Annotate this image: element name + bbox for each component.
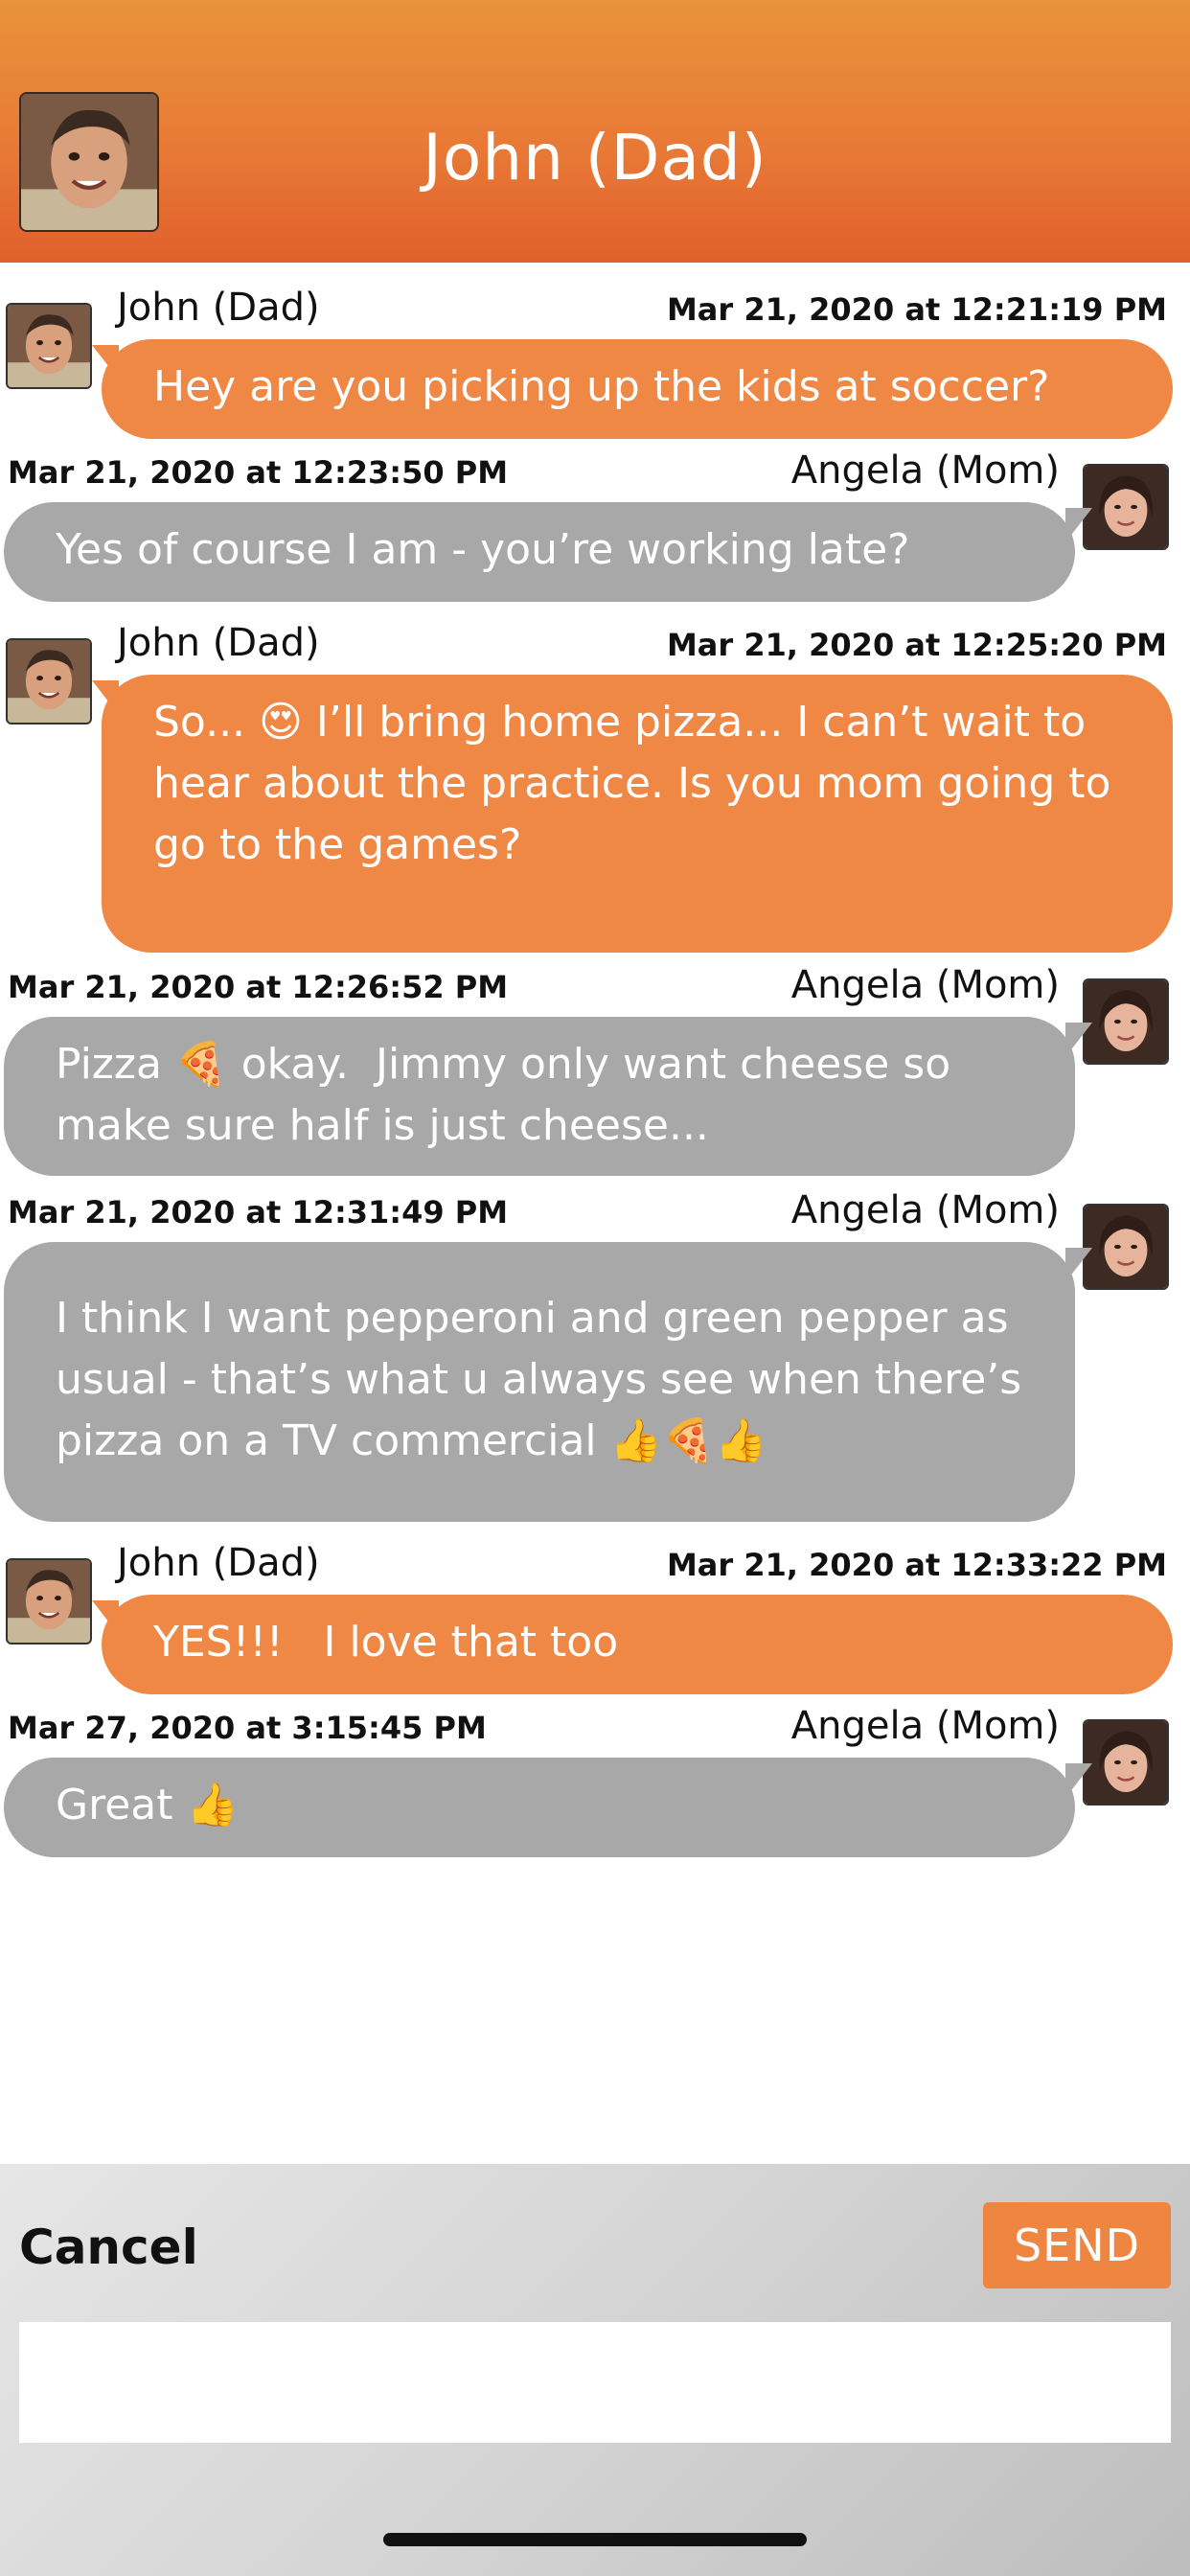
chat-header: John (Dad): [0, 0, 1190, 263]
sender-avatar: [6, 638, 92, 724]
sender-name: John (Dad): [117, 621, 320, 665]
message-timestamp: Mar 21, 2020 at 12:25:20 PM: [666, 627, 1167, 663]
sender-name: Angela (Mom): [790, 448, 1060, 493]
message-bubble[interactable]: YES!!! I love that too: [102, 1595, 1173, 1694]
sender-avatar: [6, 303, 92, 389]
sender-name: John (Dad): [117, 286, 320, 330]
sender-avatar: [1083, 978, 1169, 1065]
message-timestamp: Mar 27, 2020 at 3:15:45 PM: [8, 1710, 487, 1746]
compose-panel: Cancel SEND: [0, 2164, 1190, 2576]
message-timestamp: Mar 21, 2020 at 12:26:52 PM: [8, 969, 509, 1005]
sender-name: John (Dad): [117, 1541, 320, 1585]
sender-name: Angela (Mom): [790, 1188, 1060, 1232]
message-timestamp: Mar 21, 2020 at 12:33:22 PM: [666, 1547, 1167, 1583]
sender-avatar: [6, 1558, 92, 1644]
message-bubble[interactable]: So... 😍 I’ll bring home pizza... I can’t…: [102, 675, 1173, 953]
message-list[interactable]: John (Dad) Mar 21, 2020 at 12:21:19 PM H…: [0, 263, 1190, 2164]
message-bubble[interactable]: I think I want pepperoni and green peppe…: [4, 1242, 1075, 1522]
sender-name: Angela (Mom): [790, 963, 1060, 1007]
message-timestamp: Mar 21, 2020 at 12:21:19 PM: [666, 291, 1167, 328]
message-bubble[interactable]: Yes of course I am - you’re working late…: [4, 502, 1075, 602]
home-indicator[interactable]: [383, 2533, 807, 2546]
message-bubble[interactable]: Pizza 🍕 okay. Jimmy only want cheese so …: [4, 1017, 1075, 1176]
message-bubble[interactable]: Great 👍: [4, 1758, 1075, 1857]
message-timestamp: Mar 21, 2020 at 12:31:49 PM: [8, 1194, 509, 1230]
cancel-button[interactable]: Cancel: [19, 2220, 198, 2275]
message-bubble[interactable]: Hey are you picking up the kids at socce…: [102, 339, 1173, 439]
message-input[interactable]: [19, 2322, 1171, 2443]
sender-avatar: [1083, 1204, 1169, 1290]
send-button[interactable]: SEND: [983, 2202, 1171, 2288]
sender-avatar: [1083, 464, 1169, 550]
sender-name: Angela (Mom): [790, 1704, 1060, 1748]
sender-avatar: [1083, 1719, 1169, 1806]
chat-title: John (Dad): [423, 121, 767, 195]
message-timestamp: Mar 21, 2020 at 12:23:50 PM: [8, 454, 509, 491]
